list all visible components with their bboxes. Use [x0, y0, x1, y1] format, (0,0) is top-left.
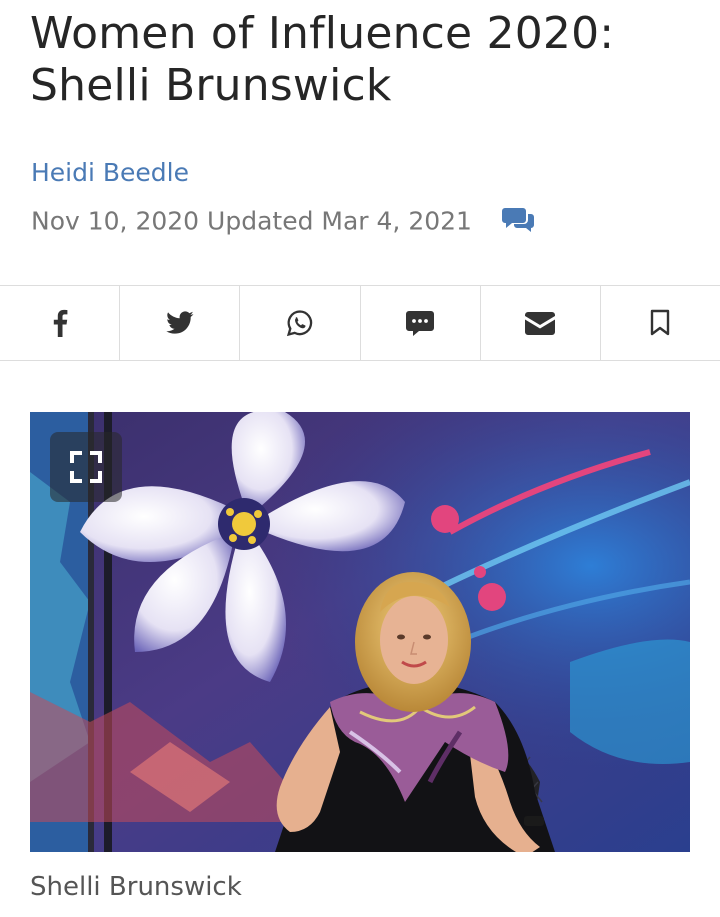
- twitter-icon: [165, 311, 194, 334]
- share-twitter-button[interactable]: [120, 286, 241, 360]
- fullscreen-button[interactable]: [50, 432, 122, 502]
- bookmark-button[interactable]: [601, 286, 720, 360]
- article-photo[interactable]: [30, 412, 690, 852]
- published-date: Nov 10, 2020: [31, 206, 200, 236]
- dateline: Nov 10, 2020 Updated Mar 4, 2021: [31, 205, 536, 236]
- author-link[interactable]: Heidi Beedle: [31, 158, 189, 187]
- facebook-icon: [53, 309, 67, 337]
- photo-caption: Shelli Brunswick: [30, 872, 242, 902]
- email-icon: [525, 312, 556, 335]
- share-sms-button[interactable]: [361, 286, 481, 360]
- updated-date: Mar 4, 2021: [321, 206, 472, 236]
- share-email-button[interactable]: [481, 286, 601, 360]
- mural-portrait-image: [30, 412, 690, 852]
- updated-label: Updated: [207, 206, 314, 236]
- whatsapp-icon: [286, 310, 313, 337]
- bookmark-icon: [651, 309, 670, 336]
- expand-icon: [70, 451, 102, 483]
- comments-icon[interactable]: [501, 205, 536, 233]
- share-facebook-button[interactable]: [0, 286, 121, 360]
- article-title: Women of Influence 2020: Shelli Brunswic…: [30, 8, 615, 111]
- sms-icon: [406, 311, 435, 336]
- share-whatsapp-button[interactable]: [240, 286, 361, 360]
- share-bar: [0, 285, 720, 361]
